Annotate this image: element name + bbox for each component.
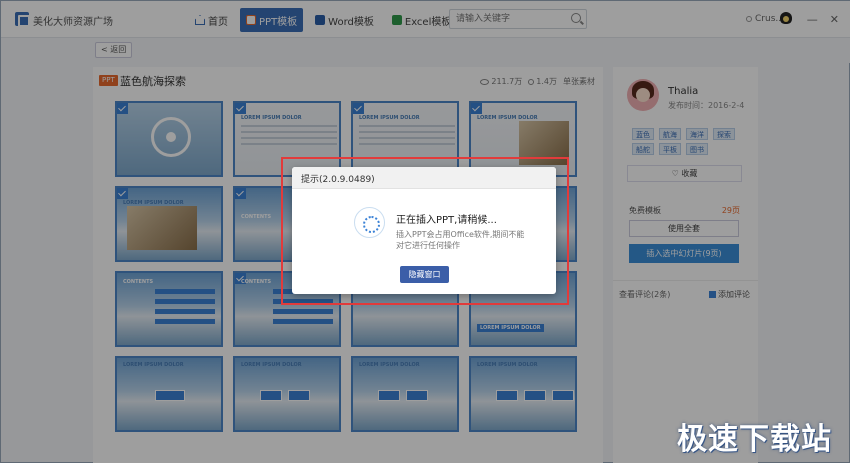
dialog-note: 插入PPT会占用Office软件,期间不能对它进行任何操作 <box>396 230 525 250</box>
progress-dialog: 提示(2.0.9.0489) 正在插入PPT,请稍候... 插入PPT会占用Of… <box>292 167 556 294</box>
dialog-title: 提示(2.0.9.0489) <box>301 175 375 185</box>
hide-window-button[interactable]: 隐藏窗口 <box>400 266 449 283</box>
dialog-message: 正在插入PPT,请稍候... <box>396 215 497 226</box>
dialog-header: 提示(2.0.9.0489) <box>292 167 556 189</box>
watermark: 极速下载站 <box>677 422 832 457</box>
loading-spinner-icon <box>354 207 385 238</box>
